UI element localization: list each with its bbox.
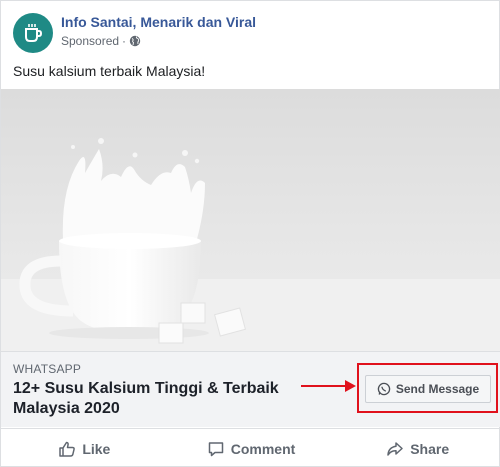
like-label: Like — [82, 440, 111, 457]
page-avatar[interactable] — [13, 13, 53, 53]
post-action-bar: Like Comment Share — [1, 428, 500, 467]
whatsapp-icon — [377, 382, 391, 396]
link-title[interactable]: 12+ Susu Kalsium Tinggi & Terbaik Malays… — [13, 379, 313, 419]
send-message-label: Send Message — [395, 382, 480, 396]
post-body-text: Susu kalsium terbaik Malaysia! — [13, 63, 206, 79]
comment-icon — [208, 441, 223, 456]
comment-button[interactable]: Comment — [168, 429, 335, 467]
thumbs-up-icon — [59, 441, 76, 457]
annotation-arrow — [301, 380, 356, 392]
globe-icon[interactable] — [129, 35, 141, 47]
sponsored-post-card: Info Santai, Menarik dan Viral Sponsored… — [0, 0, 500, 467]
ad-image-milk-splash[interactable] — [1, 89, 500, 351]
coffee-cup-icon — [25, 24, 43, 42]
post-meta: Sponsored · — [61, 34, 141, 48]
post-header: Info Santai, Menarik dan Viral Sponsored… — [13, 13, 483, 53]
like-button[interactable]: Like — [1, 429, 168, 467]
page-name-link[interactable]: Info Santai, Menarik dan Viral — [61, 14, 256, 30]
share-icon — [387, 441, 403, 456]
comment-label: Comment — [230, 440, 296, 457]
meta-separator: · — [122, 34, 127, 48]
sponsored-label[interactable]: Sponsored — [61, 34, 119, 48]
share-button[interactable]: Share — [334, 429, 500, 467]
send-message-button[interactable]: Send Message — [365, 375, 491, 403]
share-label: Share — [410, 440, 450, 457]
milk-cup-illustration — [1, 138, 500, 351]
link-domain: WHATSAPP — [13, 362, 82, 376]
